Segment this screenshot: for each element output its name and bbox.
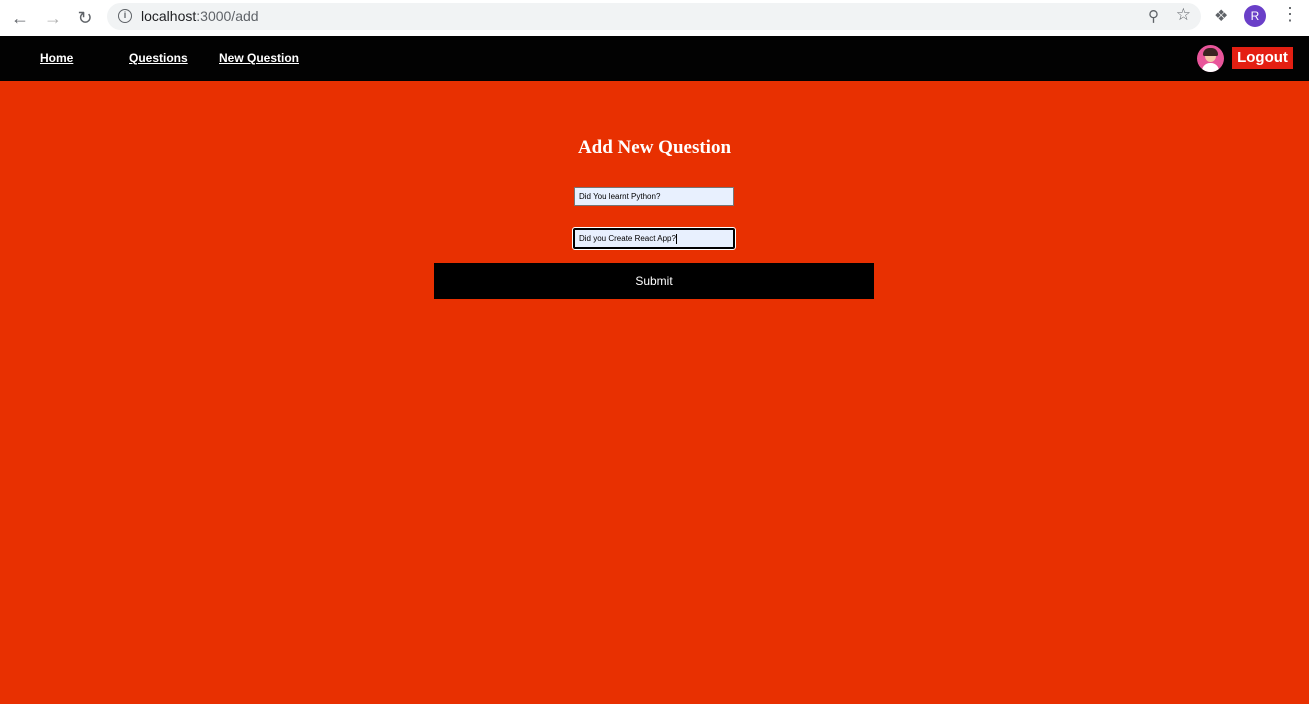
avatar-hair: [1203, 48, 1218, 56]
option-two-value: Did you Create React App?: [579, 234, 676, 243]
nav-questions-link[interactable]: Questions: [129, 51, 188, 65]
profile-avatar[interactable]: R: [1244, 5, 1266, 27]
user-avatar: [1197, 45, 1224, 72]
option-one-input[interactable]: Did You learnt Python?: [574, 187, 734, 206]
info-icon[interactable]: i: [118, 9, 132, 23]
kebab-menu-icon[interactable]: ⋮: [1281, 4, 1299, 25]
forward-arrow-icon[interactable]: →: [41, 6, 65, 30]
option-two-input[interactable]: Did you Create React App?: [572, 227, 736, 250]
url-path: :3000/add: [196, 8, 259, 24]
zoom-icon[interactable]: ⚲: [1148, 7, 1159, 25]
option-one-value: Did You learnt Python?: [579, 192, 661, 201]
page-title: Add New Question: [577, 137, 732, 158]
address-bar[interactable]: i localhost:3000/add ⚲ ☆: [107, 3, 1201, 30]
browser-toolbar: ← → ↻ i localhost:3000/add ⚲ ☆ ❖ R ⋮: [0, 0, 1309, 36]
star-icon[interactable]: ☆: [1176, 5, 1191, 25]
submit-button[interactable]: Submit: [434, 263, 874, 299]
puzzle-icon[interactable]: ❖: [1214, 6, 1228, 26]
logout-button[interactable]: Logout: [1232, 47, 1293, 69]
avatar-body: [1202, 63, 1219, 72]
add-question-page: Add New Question Did You learnt Python? …: [0, 81, 1309, 704]
app-navbar: Home Questions New Question Logout: [0, 36, 1309, 81]
url-text: localhost:3000/add: [141, 8, 259, 24]
text-caret: [675, 233, 677, 244]
url-host: localhost: [141, 8, 197, 24]
reload-icon[interactable]: ↻: [73, 6, 97, 30]
nav-home-link[interactable]: Home: [40, 51, 73, 65]
back-arrow-icon[interactable]: ←: [8, 6, 32, 30]
nav-new-question-link[interactable]: New Question: [219, 51, 299, 65]
